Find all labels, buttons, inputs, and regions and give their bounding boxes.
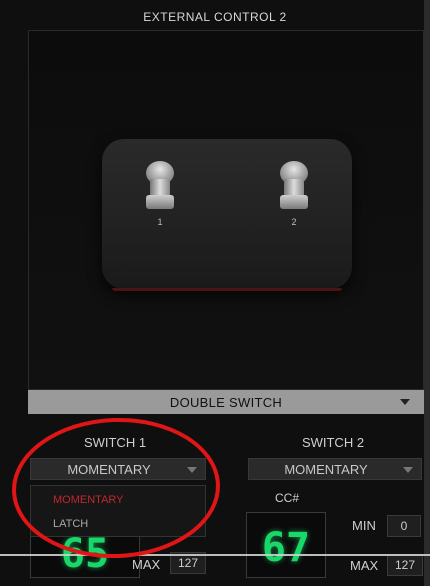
double-switch-device: 1 2 [102,139,352,291]
device-type-select[interactable]: DOUBLE SWITCH [28,390,424,414]
switch2-cc-label: CC# [275,491,300,505]
chevron-down-icon [403,467,413,473]
chevron-down-icon[interactable] [400,399,410,405]
switch1-max-label: MAX [132,557,161,572]
switch2-mode-value: MOMENTARY [284,462,368,477]
switch2-min-label: MIN [352,518,376,533]
switch2-max-label: MAX [350,558,379,573]
footswitch-2[interactable]: 2 [276,161,312,227]
device-preview-panel: 1 2 [28,30,424,390]
switch2-mode-select[interactable]: MOMENTARY [248,458,422,480]
switch2-min-field[interactable]: 0 [387,515,421,537]
switch2-cc-value: 67 [261,525,311,571]
footswitch-nut [146,195,174,209]
switch2-cc-display: 67 [246,512,326,578]
switch2-title: SWITCH 2 [301,435,365,450]
device-rim [112,288,342,291]
divider-line [0,554,430,556]
footswitch-nut [280,195,308,209]
switch2-max-field[interactable]: 127 [387,554,423,576]
footswitch-number: 1 [157,217,163,227]
scroll-edge [424,0,430,586]
footswitch-1[interactable]: 1 [142,161,178,227]
window-title: EXTERNAL CONTROL 2 [143,10,287,24]
footswitch-number: 2 [291,217,297,227]
device-type-label: DOUBLE SWITCH [169,395,283,410]
